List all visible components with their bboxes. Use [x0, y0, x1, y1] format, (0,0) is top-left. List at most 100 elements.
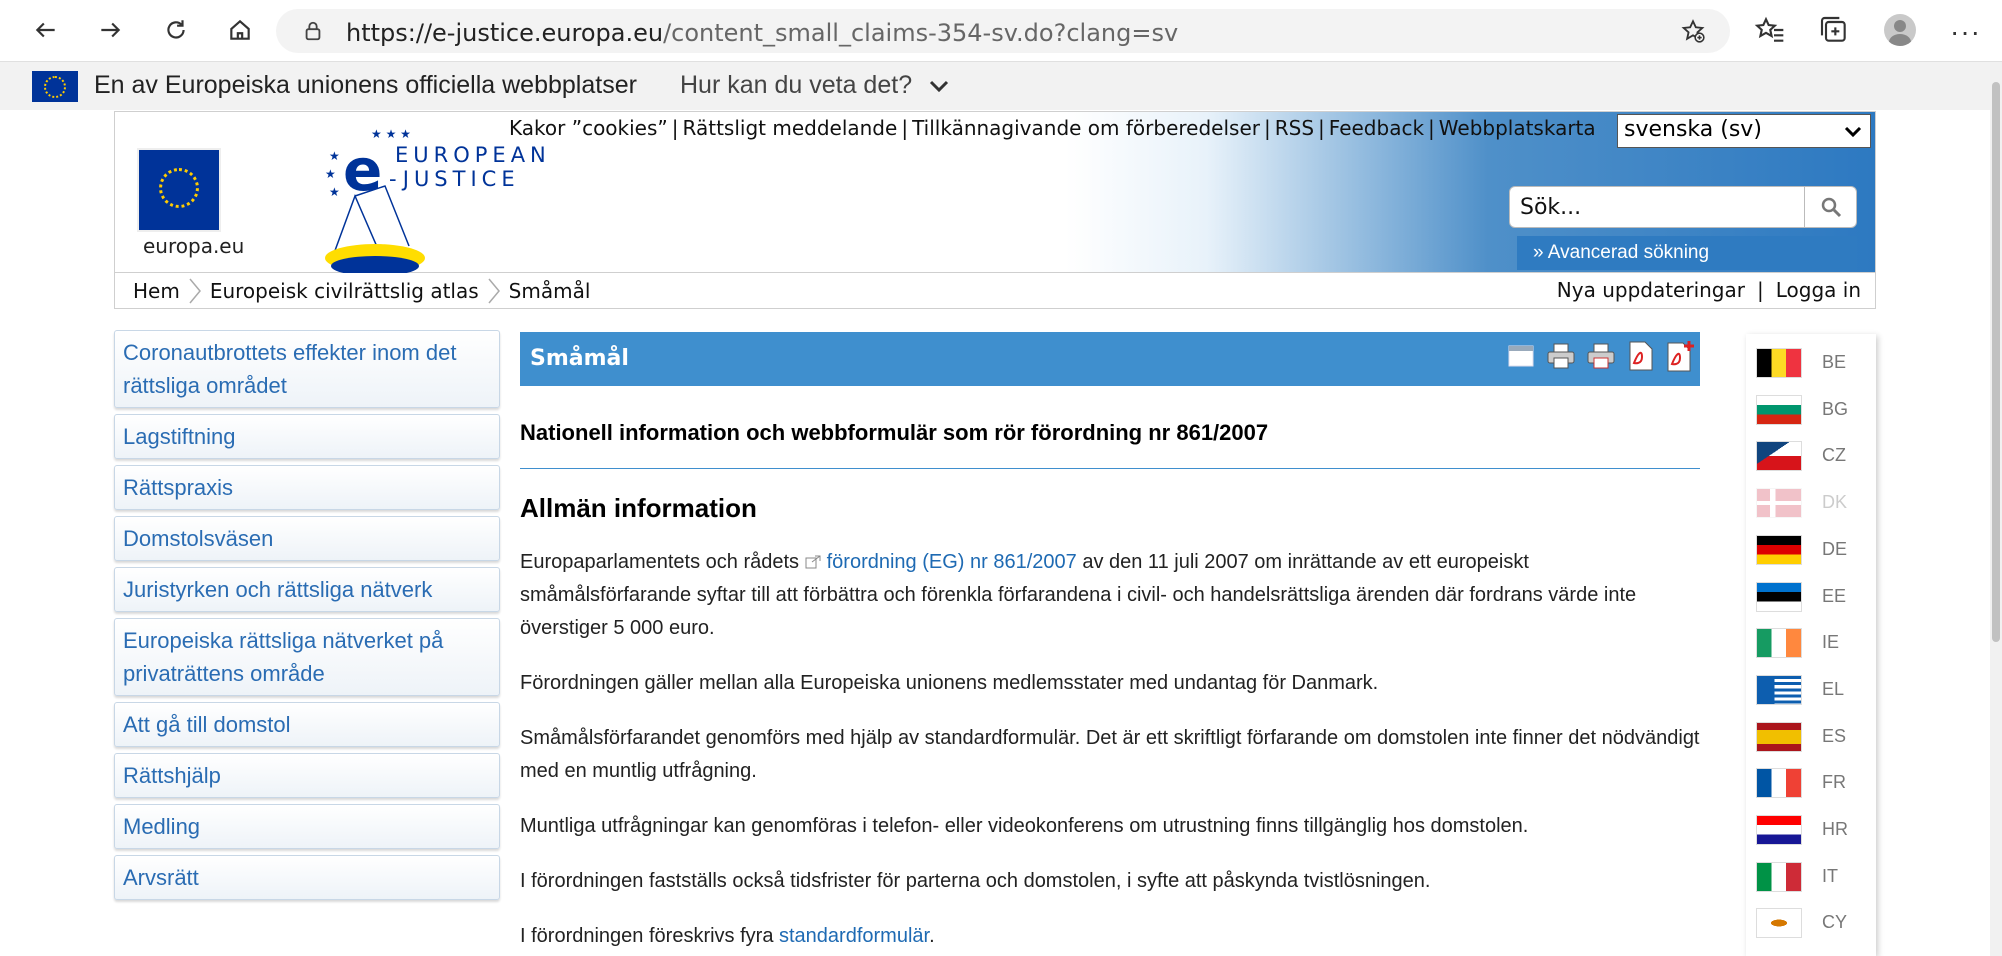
preparedness-notice-link[interactable]: Tillkännagivande om förberedelser	[912, 116, 1260, 140]
sitemap-link[interactable]: Webbplatskarta	[1439, 116, 1596, 140]
reload-icon	[167, 20, 185, 39]
back-button[interactable]	[26, 10, 66, 50]
svg-text:★: ★	[325, 167, 336, 181]
flag-code: EL	[1822, 678, 1845, 699]
svg-text:★: ★	[329, 185, 340, 199]
flag-item-el[interactable]: EL	[1746, 673, 1876, 709]
search-placeholder: Sök...	[1520, 195, 1582, 220]
sidebar-item-ejn-civil[interactable]: Europeiska rättsliga nätverket på privat…	[114, 618, 500, 696]
flag-bg-icon	[1756, 394, 1802, 425]
print-icon[interactable]	[1546, 340, 1576, 372]
breadcrumb-home[interactable]: Hem	[133, 279, 180, 303]
language-select[interactable]: svenska (sv)	[1617, 114, 1871, 148]
forward-button[interactable]	[90, 10, 130, 50]
more-menu-icon[interactable]: ···	[1950, 16, 1981, 48]
pdf-icon[interactable]	[1626, 340, 1656, 372]
sidebar-item-corona[interactable]: Coronautbrottets effekter inom det rätts…	[114, 330, 500, 408]
paragraph-1-intro: Europaparlamentets och rådets	[520, 551, 805, 573]
flag-item-be[interactable]: BE	[1746, 346, 1876, 382]
paragraph-3: Småmålsförfarandet genomförs med hjälp a…	[520, 727, 1700, 782]
standard-forms-link[interactable]: standardformulär	[779, 925, 929, 947]
regulation-link[interactable]: förordning (EG) nr 861/2007	[827, 551, 1077, 573]
home-button[interactable]	[220, 10, 260, 50]
sidebar-item-mediation[interactable]: Medling	[114, 804, 500, 849]
europa-label[interactable]: europa.eu	[143, 234, 244, 258]
europa-logo[interactable]	[137, 148, 221, 232]
flag-code: DE	[1822, 538, 1848, 559]
e-justice-logo[interactable]: ★ ★ ★ ★ ★ ★ e EUROPEAN -JUSTICE	[319, 126, 559, 276]
feedback-link[interactable]: Feedback	[1329, 116, 1424, 140]
search-input[interactable]: Sök...	[1509, 186, 1857, 228]
flag-item-cy[interactable]: CY	[1746, 906, 1876, 942]
flag-item-ie[interactable]: IE	[1746, 626, 1876, 662]
pdf-add-icon[interactable]	[1666, 340, 1696, 372]
page-scrollbar[interactable]	[1990, 62, 2002, 956]
sidebar-item-legal-aid[interactable]: Rättshjälp	[114, 753, 500, 798]
flag-item-dk: DK	[1746, 486, 1876, 522]
breadcrumb-civil-atlas[interactable]: Europeisk civilrättslig atlas	[210, 279, 479, 303]
flag-item-fr[interactable]: FR	[1746, 766, 1876, 802]
paragraph-4: Muntliga utfrågningar kan genomföras i t…	[520, 815, 1529, 837]
chevron-down-icon	[1844, 126, 1862, 138]
paragraph-6-intro: I förordningen föreskrivs fyra	[520, 925, 779, 947]
page-tools	[1506, 340, 1696, 372]
sidebar-item-judicial-systems[interactable]: Domstolsväsen	[114, 516, 500, 561]
sidebar-item-succession[interactable]: Arvsrätt	[114, 855, 500, 900]
legal-notice-link[interactable]: Rättsligt meddelande	[683, 116, 898, 140]
collections-icon[interactable]	[1818, 14, 1850, 46]
rss-link[interactable]: RSS	[1275, 116, 1314, 140]
search-button[interactable]	[1804, 187, 1856, 227]
sidebar-item-going-to-court[interactable]: Att gå till domstol	[114, 702, 500, 747]
flag-hr-icon	[1756, 815, 1802, 845]
print-all-icon[interactable]	[1586, 340, 1616, 372]
arrow-right-icon	[101, 22, 121, 38]
profile-avatar[interactable]	[1884, 14, 1916, 46]
flag-item-it[interactable]: IT	[1746, 860, 1876, 896]
sidebar-item-legislation[interactable]: Lagstiftning	[114, 414, 500, 459]
eu-flag-icon	[32, 71, 78, 102]
sidebar-menu: Coronautbrottets effekter inom det rätts…	[114, 330, 502, 906]
language-select-value: svenska (sv)	[1624, 117, 1762, 142]
scrollbar-thumb[interactable]	[1992, 82, 2000, 642]
flag-item-cz[interactable]: CZ	[1746, 439, 1876, 475]
paragraph-6-end: .	[929, 925, 935, 947]
paragraph-5: I förordningen fastställs också tidsfris…	[520, 870, 1431, 892]
flag-es-icon	[1756, 721, 1802, 752]
flag-ie-icon	[1756, 628, 1802, 659]
flag-code: FR	[1822, 772, 1846, 793]
site-header: europa.eu ★ ★ ★ ★ ★ ★ e EUROPEAN -JUSTIC…	[114, 111, 1876, 276]
paragraph-1: Europaparlamentets och rådets förordning…	[520, 546, 1700, 645]
reload-button[interactable]	[156, 10, 196, 50]
flag-code: ES	[1822, 725, 1847, 746]
favorites-icon[interactable]	[1754, 14, 1786, 46]
flag-it-icon	[1756, 861, 1802, 892]
flag-item-de[interactable]: DE	[1746, 533, 1876, 569]
flag-item-hr[interactable]: HR	[1746, 813, 1876, 849]
svg-text:★: ★	[329, 149, 340, 163]
login-link[interactable]: Logga in	[1776, 278, 1861, 302]
main-content: Småmål Nationell information och webbfor…	[520, 332, 1700, 953]
sidebar-item-case-law[interactable]: Rättspraxis	[114, 465, 500, 510]
cookies-link[interactable]: Kakor ”cookies”	[509, 116, 668, 140]
address-bar[interactable]: https://e-justice.europa.eu/content_smal…	[276, 9, 1730, 53]
flag-item-ee[interactable]: EE	[1746, 580, 1876, 616]
flag-code: IT	[1822, 865, 1838, 886]
flag-el-icon	[1756, 674, 1802, 705]
url-text: https://e-justice.europa.eu/content_smal…	[346, 19, 1178, 47]
section-heading: Allmän information	[520, 493, 757, 523]
how-to-know-link[interactable]: Hur kan du veta det?	[680, 71, 912, 100]
window-icon[interactable]	[1506, 340, 1536, 372]
flag-be-icon	[1756, 348, 1802, 378]
new-updates-link[interactable]: Nya uppdateringar	[1557, 278, 1745, 302]
flag-item-bg[interactable]: BG	[1746, 393, 1876, 429]
breadcrumb-separator-icon	[488, 278, 500, 304]
add-favorite-icon[interactable]	[1680, 18, 1706, 44]
flag-cz-icon	[1756, 441, 1802, 472]
logo-line-1: EUROPEAN	[395, 143, 551, 167]
flag-item-es[interactable]: ES	[1746, 720, 1876, 756]
advanced-search-link[interactable]: » Avancerad sökning	[1517, 236, 1857, 270]
chevron-down-icon[interactable]	[928, 78, 950, 94]
sidebar-item-legal-professions[interactable]: Juristyrken och rättsliga nätverk	[114, 567, 500, 612]
country-flags-panel: BE BG CZ DK DE EE IE EL ES FR HR IT CY	[1746, 334, 1876, 956]
flag-cy-icon	[1756, 908, 1802, 939]
